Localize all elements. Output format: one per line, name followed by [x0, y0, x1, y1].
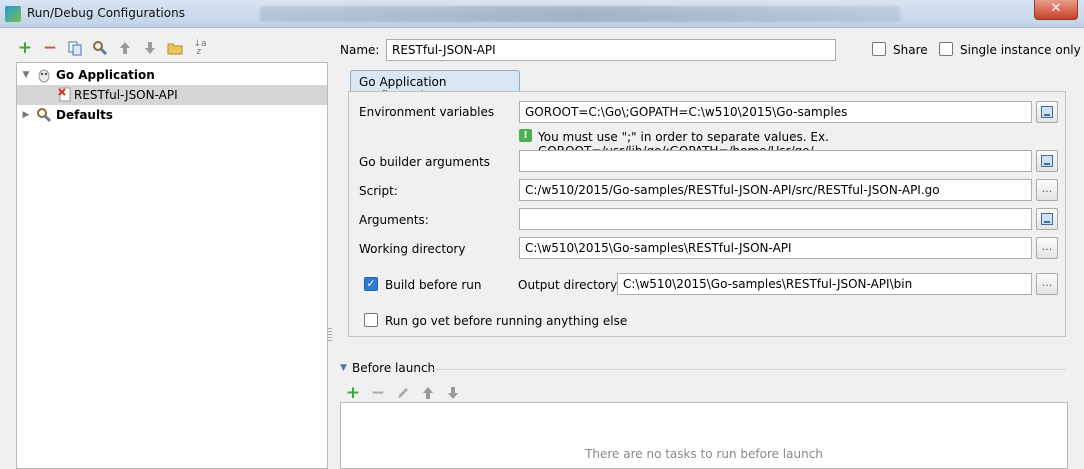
hint-icon: !	[519, 129, 532, 142]
output-dir-field[interactable]: C:\w510\2015\Go-samples\RESTful-JSON-API…	[617, 273, 1032, 295]
before-launch-title[interactable]: Before launch	[352, 361, 435, 375]
build-before-run-label: Build before run	[385, 278, 482, 292]
sort-icon[interactable]: ↓a z	[191, 39, 209, 57]
empty-tasks-message: There are no tasks to run before launch	[585, 447, 823, 461]
before-launch-collapse-icon[interactable]: ▼	[340, 363, 347, 373]
folder-icon[interactable]	[166, 39, 184, 57]
tree-node-defaults[interactable]: ▶ Defaults	[17, 105, 327, 125]
tree-node-restful-json-api[interactable]: RESTful-JSON-API	[17, 85, 327, 105]
arguments-field[interactable]	[519, 208, 1032, 230]
copy-icon[interactable]	[66, 39, 84, 57]
config-error-icon	[57, 87, 73, 103]
script-field[interactable]: C:/w510/2015/Go-samples/RESTful-JSON-API…	[519, 179, 1032, 201]
env-vars-field[interactable]: GOROOT=C:\Go\;GOPATH=C:\w510\2015\Go-sam…	[519, 101, 1032, 123]
name-label: Name:	[340, 43, 380, 57]
build-before-run-checkbox[interactable]: ✓	[364, 277, 378, 291]
before-launch-task-list[interactable]: There are no tasks to run before launch	[340, 402, 1068, 469]
script-browse-button[interactable]: ...	[1036, 179, 1058, 201]
builder-args-field[interactable]	[519, 150, 1032, 172]
run-go-vet-checkbox[interactable]	[364, 313, 378, 327]
window-title: Run/Debug Configurations	[27, 6, 185, 20]
app-icon	[5, 6, 21, 22]
share-label: Share	[893, 43, 928, 57]
go-application-icon	[36, 67, 52, 83]
single-instance-checkbox[interactable]	[939, 42, 953, 56]
working-dir-browse-button[interactable]: ...	[1036, 237, 1058, 259]
edit-task-icon[interactable]	[394, 384, 412, 402]
single-instance-label: Single instance only	[960, 43, 1081, 57]
title-bar: Run/Debug Configurations ✕	[0, 0, 1084, 28]
task-up-icon[interactable]	[419, 384, 437, 402]
name-field[interactable]: RESTful-JSON-API	[386, 39, 836, 61]
move-up-icon[interactable]	[116, 39, 134, 57]
arguments-label: Arguments:	[359, 213, 429, 227]
tree-label-restful-json-api: RESTful-JSON-API	[74, 88, 178, 102]
background-window-blur	[260, 6, 900, 22]
tree-label-go-application: Go Application	[56, 68, 155, 82]
remove-task-icon[interactable]: −	[369, 383, 387, 403]
edit-args-icon	[1041, 155, 1053, 167]
before-launch-divider	[430, 369, 1066, 370]
add-task-icon[interactable]: +	[344, 383, 362, 403]
script-label: Script:	[359, 184, 398, 198]
builder-args-label: Go builder arguments	[359, 155, 491, 169]
edit-defaults-icon[interactable]	[91, 39, 109, 57]
move-down-icon[interactable]	[141, 39, 159, 57]
remove-icon[interactable]: −	[41, 38, 59, 58]
add-icon[interactable]: +	[16, 38, 34, 58]
defaults-icon	[36, 107, 52, 123]
working-dir-label: Working directory	[359, 242, 466, 256]
env-vars-edit-button[interactable]	[1036, 101, 1058, 123]
output-dir-label: Output directory	[518, 278, 618, 292]
env-vars-label: Environment variables	[359, 105, 495, 119]
builder-args-edit-button[interactable]	[1036, 150, 1058, 172]
edit-env-icon	[1041, 106, 1053, 118]
tab-go-application-configuration[interactable]: Go Application configuration	[350, 70, 520, 103]
tree-label-defaults: Defaults	[56, 108, 113, 122]
config-tree: ▼ Go Application RESTful-JSON-API ▶ Defa…	[16, 62, 328, 469]
tree-node-go-application[interactable]: ▼ Go Application	[17, 65, 327, 85]
config-toolbar: + − ↓a z	[16, 38, 209, 58]
working-dir-field[interactable]: C:\w510\2015\Go-samples\RESTful-JSON-API	[519, 237, 1032, 259]
splitter-grip[interactable]	[328, 328, 332, 342]
run-go-vet-label: Run go vet before running anything else	[385, 314, 628, 328]
expanded-arrow-icon[interactable]: ▼	[20, 70, 32, 80]
before-launch-toolbar: + −	[344, 383, 462, 403]
output-dir-browse-button[interactable]: ...	[1036, 273, 1058, 295]
task-down-icon[interactable]	[444, 384, 462, 402]
collapsed-arrow-icon[interactable]: ▶	[20, 110, 32, 120]
arguments-edit-button[interactable]	[1036, 208, 1058, 230]
share-checkbox[interactable]	[872, 42, 886, 56]
close-button[interactable]: ✕	[1034, 0, 1078, 20]
edit-arguments-icon	[1041, 213, 1053, 225]
